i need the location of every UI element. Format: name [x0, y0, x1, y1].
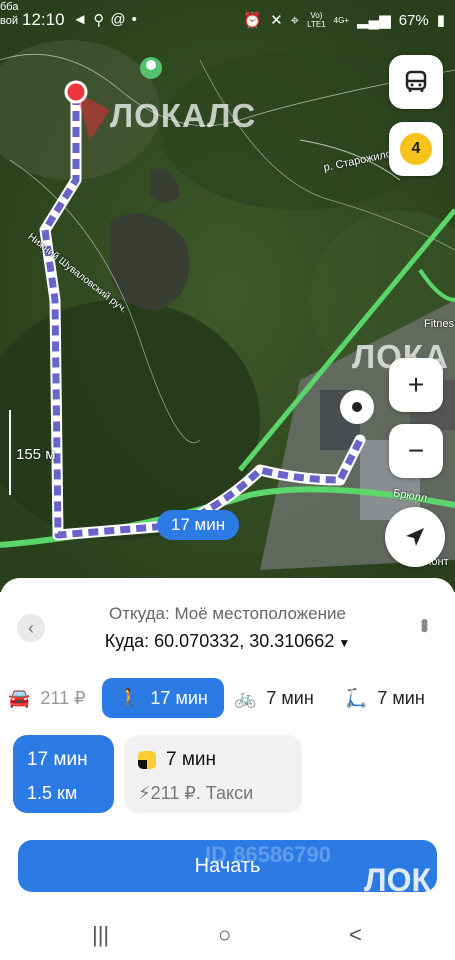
status-time: 12:10	[22, 10, 65, 29]
car-icon: 🚘	[8, 687, 31, 708]
scale-label: 155 м	[16, 446, 56, 463]
battery-icon: ▮	[436, 12, 445, 29]
mode-scooter[interactable]: 🛴 7 мин	[345, 678, 425, 718]
taxi-logo-icon	[138, 751, 156, 769]
route-option-walk[interactable]: 17 мин 1.5 км	[13, 735, 114, 813]
navigation-arrow-icon	[406, 528, 424, 546]
mode-car[interactable]: 🚘 211 ₽	[8, 678, 86, 718]
transport-modes: 🚘 211 ₽ 🚶 17 мин 🚲 7 мин 🛴 7 мин	[0, 678, 455, 718]
watermark-id: ID 86586790	[205, 842, 331, 867]
search-icon: ⚲	[93, 12, 105, 29]
battery-percent: 67%	[398, 11, 429, 29]
map-watermark-top: ЛОКАЛС	[110, 97, 257, 134]
route-to-text: Куда: 60.070332, 30.310662	[104, 631, 335, 651]
route-time-pill[interactable]: 17 мин	[157, 510, 239, 540]
status-text-line1: бба	[0, 1, 19, 13]
zoom-out-button[interactable]: −	[389, 424, 443, 478]
home-button[interactable]: ○	[218, 922, 231, 948]
bike-icon: 🚲	[234, 687, 257, 708]
mode-bike-label: 7 мин	[266, 687, 314, 708]
route-option-time: 17 мин	[27, 749, 88, 770]
route-option-distance: 1.5 км	[27, 783, 78, 803]
traffic-level-badge: 4	[400, 133, 432, 165]
mute-icon: ✕	[270, 12, 283, 29]
back-nav-button[interactable]: <	[349, 922, 362, 948]
signal-icon: ▂▄▆	[357, 12, 391, 29]
mode-walk-label: 17 мин	[150, 687, 208, 708]
satellite-map[interactable]	[0, 0, 455, 592]
poi-fitness-label: Fitnes	[424, 318, 454, 330]
taxi-time: 7 мин	[166, 749, 217, 770]
status-bar: бба вой 12:10 ◄ ⚲ @ • ⏰ ✕ ⌖ Vo) LTE1 4G+…	[0, 0, 455, 40]
network-type: 4G+	[333, 15, 349, 25]
zoom-in-button[interactable]: +	[389, 358, 443, 412]
scooter-icon: 🛴	[345, 687, 368, 708]
more-options-icon[interactable]: •••	[412, 618, 437, 629]
traffic-button[interactable]: 4	[389, 122, 443, 176]
route-from[interactable]: Откуда: Моё местоположение	[0, 604, 455, 624]
telegram-icon: ◄	[72, 11, 88, 28]
alarm-icon: ⏰	[243, 12, 263, 29]
at-icon: @	[110, 11, 126, 28]
sheet-watermark: ЛОК	[364, 862, 431, 898]
mode-bike[interactable]: 🚲 7 мин	[234, 678, 314, 718]
dot-icon: •	[131, 11, 137, 28]
dropdown-arrow-icon: ▼	[338, 636, 351, 650]
mode-walk[interactable]: 🚶 17 мин	[102, 678, 224, 718]
mode-scooter-label: 7 мин	[377, 687, 425, 708]
recents-button[interactable]: |||	[92, 922, 109, 948]
status-location-text: бба вой	[0, 0, 18, 28]
status-text-line2: вой	[0, 15, 18, 27]
route-to[interactable]: Куда: 60.070332, 30.310662 ▼	[0, 631, 455, 652]
system-nav-bar: ||| ○ <	[0, 900, 455, 960]
mode-car-label: 211 ₽	[40, 687, 86, 708]
signal-label-top: Vo)	[310, 11, 323, 20]
location-icon: ⌖	[290, 11, 300, 29]
walk-icon: 🚶	[118, 687, 141, 708]
bus-icon	[405, 70, 427, 92]
route-option-taxi[interactable]: 7 мин ⚡211 ₽. Такси	[124, 735, 302, 813]
map-view[interactable]: бба вой 12:10 ◄ ⚲ @ • ⏰ ✕ ⌖ Vo) LTE1 4G+…	[0, 0, 455, 592]
transit-layer-button[interactable]	[389, 55, 443, 109]
signal-label-bottom: LTE1	[307, 20, 326, 29]
my-location-button[interactable]	[385, 507, 445, 567]
lightning-icon: ⚡	[138, 783, 151, 803]
taxi-price: 211 ₽. Такси	[150, 783, 254, 803]
